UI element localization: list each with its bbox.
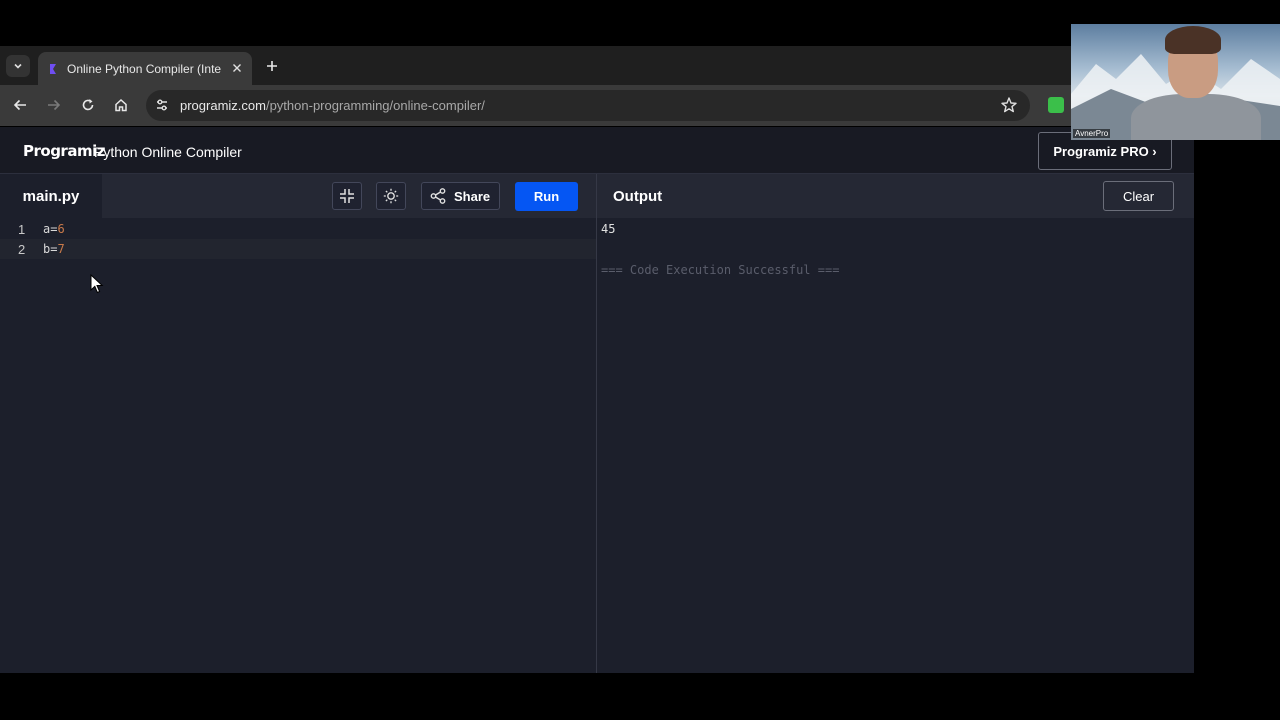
- home-icon: [115, 98, 127, 112]
- output-toolbar: Output Clear: [597, 174, 1194, 218]
- output-title: Output: [613, 188, 663, 205]
- code-number: 7: [57, 242, 65, 256]
- reload-icon: [82, 99, 94, 111]
- reload-button[interactable]: [78, 95, 98, 115]
- url-domain: programiz.com: [180, 98, 266, 113]
- programiz-logo[interactable]: Programiz: [23, 142, 105, 160]
- close-icon[interactable]: [230, 61, 244, 75]
- compiler-page: Programiz Python Online Compiler Program…: [0, 127, 1194, 673]
- tab-search-button[interactable]: [6, 55, 30, 77]
- home-button[interactable]: [111, 95, 131, 115]
- chevron-down-icon: [14, 63, 22, 69]
- execution-status: === Code Execution Successful ===: [601, 263, 840, 277]
- code-text[interactable]: a=6: [43, 222, 65, 236]
- programiz-favicon-icon: [50, 63, 56, 74]
- share-icon: [430, 188, 446, 204]
- person-hair: [1165, 26, 1221, 54]
- line-number: 2: [18, 242, 26, 257]
- run-button[interactable]: Run: [515, 182, 578, 211]
- sun-icon: [383, 188, 399, 204]
- clear-button[interactable]: Clear: [1103, 181, 1174, 211]
- new-tab-button[interactable]: [262, 56, 282, 76]
- collapse-icon: [340, 189, 354, 203]
- line-number: 1: [18, 222, 26, 237]
- bookmark-star-icon[interactable]: [1000, 96, 1018, 114]
- code-line[interactable]: 1 a=6: [0, 219, 596, 239]
- share-button[interactable]: Share: [421, 182, 500, 210]
- arrow-left-icon: [13, 99, 26, 111]
- forward-button[interactable]: [44, 95, 64, 115]
- webcam-label: AvnerPro: [1073, 129, 1111, 138]
- share-label: Share: [454, 188, 491, 204]
- code-line-active[interactable]: 2 b=7: [0, 239, 596, 259]
- back-button[interactable]: [10, 95, 30, 115]
- fullscreen-toggle-button[interactable]: [332, 182, 362, 210]
- address-bar[interactable]: programiz.com/python-programming/online-…: [146, 90, 1030, 121]
- url-path: /python-programming/online-compiler/: [265, 98, 485, 113]
- page-title: Python Online Compiler: [94, 144, 242, 160]
- tab-title: Online Python Compiler (Interpreter): [67, 61, 221, 76]
- editor-toolbar: main.py Share Run: [0, 174, 596, 218]
- plus-icon: [267, 61, 277, 71]
- code-text[interactable]: b=7: [43, 242, 65, 256]
- browser-tab[interactable]: Online Python Compiler (Interpreter): [38, 52, 252, 85]
- output-console: 45 === Code Execution Successful ===: [597, 218, 1194, 673]
- person-body: [1131, 94, 1261, 140]
- file-tab-main[interactable]: main.py: [0, 174, 102, 218]
- code-number: 6: [57, 222, 65, 236]
- arrow-right-icon: [48, 99, 61, 111]
- mouse-cursor-icon: [90, 274, 104, 294]
- output-result: 45: [601, 222, 616, 236]
- theme-toggle-button[interactable]: [376, 182, 406, 210]
- extension-icon[interactable]: [1048, 97, 1064, 113]
- webcam-overlay: AvnerPro: [1071, 24, 1280, 140]
- code-variable: a=: [43, 222, 58, 236]
- site-header: Programiz Python Online Compiler Program…: [0, 127, 1194, 174]
- url-text: programiz.com/python-programming/online-…: [180, 98, 485, 113]
- code-variable: b=: [43, 242, 58, 256]
- site-info-icon[interactable]: [152, 95, 172, 115]
